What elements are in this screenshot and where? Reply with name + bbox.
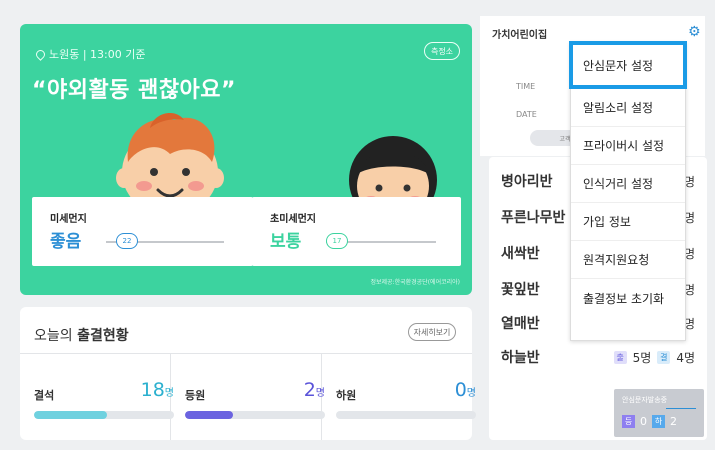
in-tag: 출 xyxy=(613,351,627,364)
notice-counts: 등 0 하 2 xyxy=(622,415,677,428)
attendance-title-bold: 출결현황 xyxy=(77,328,129,344)
arrival-stat: 등원 2명 xyxy=(185,379,325,419)
view-details-button[interactable]: 자세히보기 xyxy=(408,323,456,341)
menu-item-distance-settings[interactable]: 인식거리 설정 xyxy=(571,165,685,203)
stat-value: 0명 xyxy=(454,379,476,401)
stat-value: 18명 xyxy=(140,379,174,401)
location-text: 노원동 | 13:00 기준 xyxy=(49,48,146,61)
settings-menu: 안심문자 설정 알림소리 설정 프라이버시 설정 인식거리 설정 가입 정보 원… xyxy=(569,41,687,341)
menu-item-account-info[interactable]: 가입 정보 xyxy=(571,203,685,241)
fine-dust-status: 좋음 xyxy=(50,232,82,252)
attendance-title-prefix: 오늘의 xyxy=(34,328,73,344)
stat-bar-fill xyxy=(34,411,107,419)
menu-item-remote-support[interactable]: 원격지원요청 xyxy=(571,241,685,279)
notice-tag: 하 xyxy=(652,415,665,428)
menu-item-reset-attendance[interactable]: 출결정보 초기화 xyxy=(571,279,685,317)
station-button[interactable]: 측정소 xyxy=(424,42,460,60)
out-tag: 결 xyxy=(657,351,671,364)
class-name: 병아리반 xyxy=(501,174,553,190)
attendance-card: 오늘의 출결현황 자세히보기 결석 18명 등원 2명 하원 0명 xyxy=(20,307,476,440)
stat-bar xyxy=(185,411,325,419)
notice-line xyxy=(666,408,696,409)
menu-item-sms-settings[interactable]: 안심문자 설정 xyxy=(569,41,687,89)
in-count: 5명 xyxy=(632,351,652,365)
class-name: 푸른나무반 xyxy=(501,210,566,226)
ultra-fine-dust-card: 초미세먼지 보통 17 xyxy=(252,197,461,266)
stat-bar-fill xyxy=(185,411,233,419)
ultra-fine-dust-value: 17 xyxy=(326,233,348,249)
notice-count: 2 xyxy=(670,415,677,428)
gear-icon[interactable]: ⚙ xyxy=(688,24,701,40)
location-pin-icon xyxy=(34,47,47,61)
date-label: DATE xyxy=(516,110,537,119)
stat-label: 하원 xyxy=(336,389,357,402)
location-label: 노원동 | 13:00 기준 xyxy=(34,46,146,62)
fine-dust-title: 미세먼지 xyxy=(50,214,87,225)
stat-value: 2명 xyxy=(303,379,325,401)
ultra-fine-dust-status: 보통 xyxy=(270,232,302,252)
stat-label: 등원 xyxy=(185,389,206,402)
class-row: 하늘반 출 5명 결 4명 xyxy=(489,347,707,367)
notice-title: 안심문자발송중 xyxy=(622,396,668,404)
class-name: 열매반 xyxy=(501,316,540,332)
air-quality-card: 노원동 | 13:00 기준 측정소 “야외활동 괜찮아요” 미세먼지 좋음 2… xyxy=(20,24,472,295)
notice-tag: 등 xyxy=(622,415,635,428)
menu-item-privacy-settings[interactable]: 프라이버시 설정 xyxy=(571,127,685,165)
divider xyxy=(20,353,472,354)
out-count: 4명 xyxy=(676,351,695,365)
class-counts: 출 5명 결 4명 xyxy=(613,349,695,366)
time-label: TIME xyxy=(516,82,536,91)
absent-stat: 결석 18명 xyxy=(34,379,174,419)
stat-bar xyxy=(34,411,174,419)
ultra-fine-dust-title: 초미세먼지 xyxy=(270,214,316,225)
notice-count: 0 xyxy=(640,415,647,428)
departure-stat: 하원 0명 xyxy=(336,379,476,419)
class-name: 새싹반 xyxy=(501,246,540,262)
headline: “야외활동 괜찮아요” xyxy=(32,78,236,103)
attendance-title: 오늘의 출결현황 xyxy=(34,325,129,345)
class-name: 꽃잎반 xyxy=(501,282,540,298)
class-name: 하늘반 xyxy=(501,350,540,366)
menu-item-sound-settings[interactable]: 알림소리 설정 xyxy=(571,89,685,127)
fine-dust-card: 미세먼지 좋음 22 xyxy=(32,197,253,266)
stat-bar xyxy=(336,411,476,419)
stat-label: 결석 xyxy=(34,389,55,402)
school-name: 가치어린이집 xyxy=(492,30,548,41)
data-source: 정보제공:한국환경공단(에어코리아) xyxy=(370,279,460,286)
sms-notice: 안심문자발송중 등 0 하 2 xyxy=(614,389,704,437)
fine-dust-value: 22 xyxy=(116,233,138,249)
